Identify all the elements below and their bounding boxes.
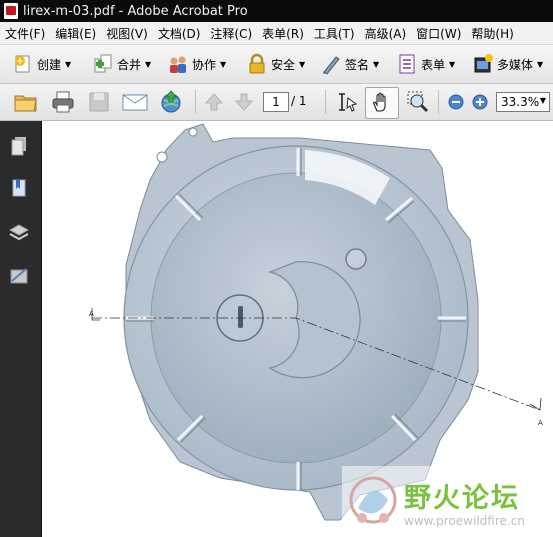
section-marker-left: A <box>89 310 94 318</box>
bookmarks-icon[interactable] <box>8 177 30 199</box>
layers-icon[interactable] <box>8 221 30 243</box>
menu-tools[interactable]: 工具(T) <box>309 25 360 42</box>
hand-tool-button[interactable] <box>365 87 399 119</box>
menu-file[interactable]: 文件(F) <box>0 25 50 42</box>
part-hub-slot <box>238 306 243 328</box>
watermark-url: www.proewildfire.cn <box>404 514 525 528</box>
previous-page-icon[interactable] <box>203 90 225 114</box>
menu-advanced[interactable]: 高级(A) <box>360 25 412 42</box>
watermark-logo-icon <box>349 476 397 524</box>
menu-view[interactable]: 视图(V) <box>101 25 153 42</box>
page-count: / 1 <box>291 94 307 108</box>
collaborate-icon <box>170 56 186 73</box>
watermark-name: 野火论坛 <box>404 483 520 514</box>
text-select-tool-icon[interactable] <box>334 90 360 114</box>
zoom-level-field[interactable]: 33.3% ▼ <box>496 92 550 112</box>
create-button[interactable]: 创建 ▼ <box>12 50 71 78</box>
lock-icon <box>249 53 265 74</box>
acrobat-document-icon <box>4 3 18 19</box>
open-folder-icon[interactable] <box>13 90 39 114</box>
signatures-icon[interactable] <box>8 265 30 287</box>
multimedia-button[interactable]: 多媒体 ▼ <box>472 50 543 78</box>
menu-forms[interactable]: 表单(R) <box>257 25 309 42</box>
toolbar-separator <box>325 90 326 114</box>
forms-label: 表单 <box>421 57 446 72</box>
zoom-in-icon[interactable] <box>470 90 490 114</box>
hand-icon <box>373 92 386 112</box>
form-icon <box>399 54 415 74</box>
combine-icon <box>94 54 112 73</box>
window-title: lirex-m-03.pdf - Adobe Acrobat Pro <box>23 3 248 19</box>
save-icon[interactable] <box>86 90 112 114</box>
multimedia-icon <box>474 54 493 73</box>
next-page-icon[interactable] <box>233 90 255 114</box>
sign-label: 签名 <box>345 57 370 72</box>
secure-label: 安全 <box>271 57 296 72</box>
menu-document[interactable]: 文档(D) <box>153 25 206 42</box>
zoom-dropdown-icon[interactable]: ▼ <box>540 96 546 105</box>
toolbar-separator <box>438 90 439 114</box>
zoom-out-icon[interactable] <box>446 90 466 114</box>
combine-label: 合并 <box>117 57 142 72</box>
pages-icon[interactable] <box>8 135 30 157</box>
pen-icon <box>323 56 340 75</box>
watermark: 野火论坛 www.proewildfire.cn <box>342 466 553 537</box>
menu-edit[interactable]: 编辑(E) <box>50 25 101 42</box>
title-bar: lirex-m-03.pdf - Adobe Acrobat Pro <box>0 0 553 22</box>
marquee-zoom-icon[interactable] <box>406 90 430 114</box>
upload-globe-icon[interactable] <box>158 90 184 114</box>
forms-button[interactable]: 表单 ▼ <box>396 50 455 78</box>
create-label: 创建 <box>37 57 62 72</box>
sign-button[interactable]: 签名 ▼ <box>320 50 379 78</box>
collaborate-button[interactable]: 协作 ▼ <box>167 50 226 78</box>
tasks-toolbar: 创建 ▼ 合并 ▼ 协作 ▼ 安全 ▼ 签名 ▼ 表单 ▼ 多媒体 ▼ <box>0 45 553 84</box>
combine-button[interactable]: 合并 ▼ <box>92 50 151 78</box>
zoom-value: 33.3% <box>501 95 540 109</box>
collaborate-label: 协作 <box>192 57 217 72</box>
document-canvas[interactable]: A A 野火论坛 www.proewildfire.cn <box>42 121 553 537</box>
toolbar-separator <box>195 90 196 114</box>
create-pdf-icon <box>15 55 30 73</box>
print-icon[interactable] <box>50 90 76 114</box>
menu-bar: 文件(F) 编辑(E) 视图(V) 文档(D) 注释(C) 表单(R) 工具(T… <box>0 22 553 45</box>
email-icon[interactable] <box>121 90 149 114</box>
section-marker-right: A <box>538 419 543 427</box>
multimedia-label: 多媒体 <box>497 57 534 72</box>
menu-comments[interactable]: 注释(C) <box>205 25 257 42</box>
menu-window[interactable]: 窗口(W) <box>411 25 466 42</box>
file-toolbar: 1 / 1 33.3% ▼ <box>0 84 553 121</box>
part-small-hole <box>345 248 367 270</box>
navigation-pane <box>0 121 42 537</box>
menu-help[interactable]: 帮助(H) <box>466 25 518 42</box>
page-number-input[interactable]: 1 <box>263 92 289 112</box>
secure-button[interactable]: 安全 ▼ <box>246 50 305 78</box>
